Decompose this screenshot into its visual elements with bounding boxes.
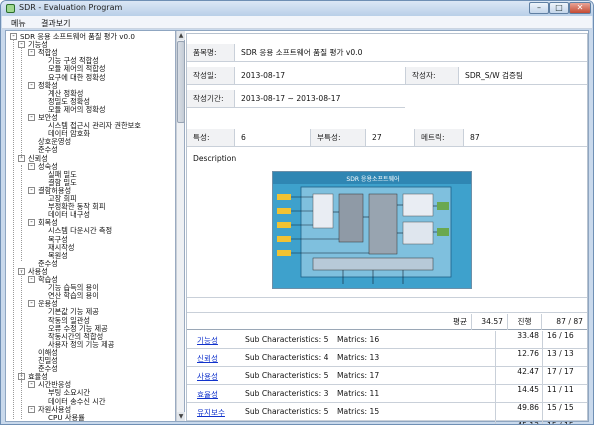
sub-characteristics-value: 27 <box>366 129 414 147</box>
characteristic-score: 45.13 <box>495 421 542 424</box>
characteristic-progress: 15 / 15 <box>542 421 587 424</box>
client-area: - SDR 응용 소프트웨어 품질 평가 v0.0- 기능성 - 적합성 기능 구성 적합… <box>5 30 589 424</box>
sub-characteristics-count: Sub Characteristics: 4 <box>245 353 329 362</box>
app-window: SDR - Evaluation Program – □ ✕ 메뉴 결과보기 -… <box>0 0 594 425</box>
collapse-toggle-icon[interactable]: - <box>28 162 35 170</box>
spacer-row <box>187 298 587 313</box>
menu-item-results[interactable]: 결과보기 <box>41 18 70 29</box>
characteristic-row: 유지보수 Sub Characteristics: 5 Matrics: 15 49.… <box>187 403 587 421</box>
scroll-down-arrow[interactable]: ▼ <box>177 412 185 421</box>
tree-guide-line <box>21 47 22 157</box>
scroll-thumb[interactable] <box>177 41 185 123</box>
characteristic-progress: 16 / 16 <box>542 331 587 348</box>
characteristic-row: 효율성 Sub Characteristics: 3 Matrics: 11 14.4… <box>187 385 587 403</box>
tree-guide-line <box>21 165 22 261</box>
collapse-toggle-icon[interactable]: - <box>28 276 35 283</box>
characteristic-row: 기능성 Sub Characteristics: 5 Matrics: 16 33.4… <box>187 331 587 349</box>
sub-characteristics-label: 부특성: <box>310 129 366 147</box>
product-label: 품목명: <box>187 44 235 62</box>
detail-panel: 품목명: SDR 응용 소프트웨어 품질 평가 v0.0 작성일: 2013-0… <box>186 33 588 424</box>
characteristic-link[interactable]: 기능성 <box>197 335 218 346</box>
characteristic-score: 12.76 <box>495 349 542 366</box>
author-value: SDR_S/W 검증팀 <box>459 67 587 85</box>
minimize-button[interactable]: – <box>529 2 549 14</box>
metrics-value: 87 <box>464 129 587 147</box>
collapse-toggle-icon[interactable]: - <box>28 405 35 413</box>
description-label: Description <box>193 154 237 163</box>
progress-value: 87 / 87 <box>541 314 587 330</box>
tree-guide-line <box>21 271 22 381</box>
average-value: 34.57 <box>471 314 507 330</box>
category-tree[interactable]: - SDR 응용 소프트웨어 품질 평가 v0.0- 기능성 - 적합성 기능 구성 적합… <box>6 31 176 421</box>
characteristic-progress: 17 / 17 <box>542 367 587 384</box>
author-label: 작성자: <box>405 67 459 85</box>
summary-row: 평균 34.57 진행 87 / 87 <box>187 314 587 330</box>
app-icon <box>6 4 15 13</box>
collapse-toggle-icon[interactable]: - <box>28 49 35 57</box>
collapse-toggle-icon[interactable]: - <box>28 300 35 308</box>
characteristic-score: 14.45 <box>495 385 542 402</box>
description-area: Description SDR 응용소프트웨어 <box>187 150 587 298</box>
characteristic-row: 사용성 Sub Characteristics: 5 Matrics: 17 42.4… <box>187 367 587 385</box>
collapse-toggle-icon[interactable]: - <box>28 114 35 121</box>
characteristic-link[interactable]: 신뢰성 <box>197 353 218 364</box>
characteristic-link[interactable]: 유지보수 <box>197 407 225 418</box>
tree-node-label: CPU 사용률 <box>48 412 85 421</box>
maximize-button[interactable]: □ <box>549 2 569 14</box>
characteristic-link[interactable]: 사용성 <box>197 371 218 382</box>
scroll-up-arrow[interactable]: ▲ <box>177 31 185 40</box>
period-value: 2013-08-17 ~ 2013-08-17 <box>235 90 405 108</box>
characteristic-score: 33.48 <box>495 331 542 348</box>
period-label: 작성기간: <box>187 90 235 108</box>
characteristic-progress: 15 / 15 <box>542 403 587 420</box>
metrics-count: Matrics: 16 <box>337 335 380 344</box>
characteristic-link[interactable]: 효율성 <box>197 389 218 400</box>
metrics-count: Matrics: 17 <box>337 371 380 380</box>
characteristics-label: 특성: <box>187 129 235 147</box>
collapse-toggle-icon[interactable]: - <box>28 186 35 194</box>
menu-item-menu[interactable]: 메뉴 <box>11 18 26 29</box>
architecture-diagram: SDR 응용소프트웨어 <box>273 172 471 288</box>
characteristic-score: 49.86 <box>495 403 542 420</box>
tree-guide-line <box>21 381 22 419</box>
metrics-count: Matrics: 11 <box>337 389 380 398</box>
date-value: 2013-08-17 <box>235 67 405 85</box>
date-label: 작성일: <box>187 67 235 85</box>
characteristic-row: 이식성Sub Characteristics: 5Matrics: 1545.1… <box>187 421 587 424</box>
characteristic-progress: 11 / 11 <box>542 385 587 402</box>
average-label: 평균 <box>453 317 467 326</box>
tree-guide-line <box>13 39 14 419</box>
close-button[interactable]: ✕ <box>569 2 591 14</box>
metrics-count: Matrics: 15 <box>337 407 380 416</box>
architecture-diagram-image: SDR 응용소프트웨어 <box>272 171 472 289</box>
collapse-toggle-icon[interactable]: - <box>28 381 35 389</box>
sub-characteristics-count: Sub Characteristics: 3 <box>245 389 329 398</box>
product-value: SDR 응용 소프트웨어 품질 평가 v0.0 <box>235 44 587 62</box>
window-title: SDR - Evaluation Program <box>19 3 123 12</box>
progress-label: 진행 <box>507 314 541 330</box>
characteristic-row: 신뢰성 Sub Characteristics: 4 Matrics: 13 12.7… <box>187 349 587 367</box>
metrics-count: Matrics: 13 <box>337 353 380 362</box>
characteristics-value: 6 <box>235 129 310 147</box>
collapse-toggle-icon[interactable]: - <box>28 81 35 89</box>
tree-node[interactable]: CPU 사용률 <box>6 412 175 421</box>
diagram-title: SDR 응용소프트웨어 <box>346 175 399 183</box>
title-bar[interactable]: SDR - Evaluation Program – □ ✕ <box>1 1 593 16</box>
menu-bar: 메뉴 결과보기 <box>2 16 592 29</box>
characteristic-score: 42.47 <box>495 367 542 384</box>
metrics-label: 메트릭: <box>414 129 464 147</box>
tree-scrollbar[interactable]: ▲ ▼ <box>176 31 185 421</box>
characteristic-progress: 13 / 13 <box>542 349 587 366</box>
collapse-toggle-icon[interactable]: - <box>28 219 35 227</box>
sub-characteristics-count: Sub Characteristics: 5 <box>245 335 329 344</box>
sub-characteristics-count: Sub Characteristics: 5 <box>245 371 329 380</box>
sub-characteristics-count: Sub Characteristics: 5 <box>245 407 329 416</box>
